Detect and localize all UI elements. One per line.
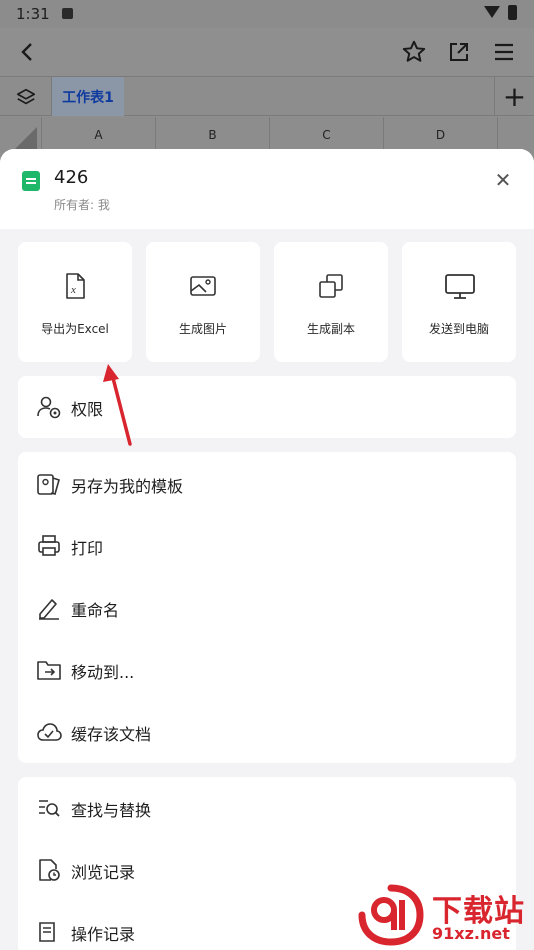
watermark: 下载站 91xz.net bbox=[356, 880, 534, 950]
battery-icon bbox=[508, 5, 517, 20]
printer-icon bbox=[36, 533, 62, 559]
folder-move-icon bbox=[36, 657, 62, 683]
generate-image-button[interactable]: 生成图片 bbox=[146, 242, 260, 362]
menu-item-cache-doc[interactable]: 缓存该文档 bbox=[18, 701, 516, 763]
send-to-pc-label: 发送到电脑 bbox=[428, 322, 489, 336]
add-sheet-icon[interactable]: + bbox=[494, 77, 534, 116]
doc-title: 426 bbox=[54, 167, 89, 188]
column-b[interactable]: B bbox=[156, 117, 270, 153]
watermark-url: 91xz.net bbox=[432, 924, 510, 943]
operation-log-label: 操作记录 bbox=[71, 925, 136, 944]
copy-icon bbox=[317, 272, 345, 300]
menu-item-rename[interactable]: 重命名 bbox=[18, 577, 516, 639]
template-icon bbox=[36, 471, 62, 497]
permission-group: 权限 bbox=[18, 376, 516, 438]
pencil-icon bbox=[36, 595, 62, 621]
generate-copy-label: 生成副本 bbox=[306, 322, 355, 336]
monitor-icon bbox=[445, 272, 475, 300]
share-icon[interactable] bbox=[445, 38, 473, 66]
tab-sheet1[interactable]: 工作表1 bbox=[52, 77, 124, 116]
menu-item-find-replace[interactable]: 查找与替换 bbox=[18, 777, 516, 839]
generate-copy-button[interactable]: 生成副本 bbox=[274, 242, 388, 362]
cache-doc-label: 缓存该文档 bbox=[71, 725, 152, 744]
find-replace-icon bbox=[36, 795, 62, 821]
watermark-logo-icon bbox=[358, 884, 424, 946]
wifi-icon bbox=[484, 6, 500, 18]
notification-a-icon bbox=[62, 8, 73, 19]
app-bar bbox=[0, 28, 534, 76]
layers-icon[interactable] bbox=[0, 77, 52, 116]
menu-group-1: 另存为我的模板 打印 重命名 移动到... 缓存该文档 bbox=[18, 452, 516, 763]
sheet-tab-row: 工作表1 + bbox=[0, 76, 534, 116]
send-to-pc-button[interactable]: 发送到电脑 bbox=[402, 242, 516, 362]
export-excel-button[interactable]: x 导出为Excel bbox=[18, 242, 132, 362]
history-doc-icon bbox=[36, 857, 62, 883]
spreadsheet-icon bbox=[22, 171, 40, 191]
browse-history-label: 浏览记录 bbox=[71, 863, 136, 882]
export-excel-label: 导出为Excel bbox=[41, 322, 109, 336]
move-to-label: 移动到... bbox=[71, 663, 135, 682]
excel-export-icon: x bbox=[61, 272, 89, 300]
close-icon[interactable]: ✕ bbox=[492, 168, 514, 192]
user-permission-icon bbox=[36, 394, 62, 420]
menu-icon[interactable] bbox=[490, 38, 518, 66]
menu-item-permission[interactable]: 权限 bbox=[18, 376, 516, 438]
column-a[interactable]: A bbox=[42, 117, 156, 153]
menu-item-move-to[interactable]: 移动到... bbox=[18, 639, 516, 701]
operation-log-icon bbox=[36, 919, 62, 945]
star-icon[interactable] bbox=[400, 38, 428, 66]
doc-header: 426 所有者: 我 ✕ bbox=[0, 149, 534, 229]
save-template-label: 另存为我的模板 bbox=[71, 477, 184, 496]
print-label: 打印 bbox=[71, 539, 104, 558]
annotation-arrow bbox=[103, 364, 132, 446]
menu-item-print[interactable]: 打印 bbox=[18, 515, 516, 577]
column-header: A B C D bbox=[0, 117, 534, 153]
column-d[interactable]: D bbox=[384, 117, 498, 153]
status-bar: 1:31 bbox=[0, 0, 534, 28]
rename-label: 重命名 bbox=[71, 601, 120, 620]
back-arrow-icon[interactable] bbox=[14, 38, 42, 66]
generate-image-label: 生成图片 bbox=[178, 322, 227, 336]
more-actions-sheet: 426 所有者: 我 ✕ x 导出为Excel 生成图片 生成副本 发送到电脑 bbox=[0, 149, 534, 950]
doc-owner: 所有者: 我 bbox=[54, 198, 110, 212]
column-c[interactable]: C bbox=[270, 117, 384, 153]
find-replace-label: 查找与替换 bbox=[71, 801, 152, 820]
image-icon bbox=[189, 272, 217, 300]
select-all-corner[interactable] bbox=[0, 117, 42, 153]
permission-label: 权限 bbox=[71, 400, 104, 419]
status-time: 1:31 bbox=[16, 5, 50, 23]
menu-item-save-template[interactable]: 另存为我的模板 bbox=[18, 453, 516, 515]
svg-text:x: x bbox=[70, 284, 76, 296]
cloud-check-icon bbox=[36, 719, 62, 745]
